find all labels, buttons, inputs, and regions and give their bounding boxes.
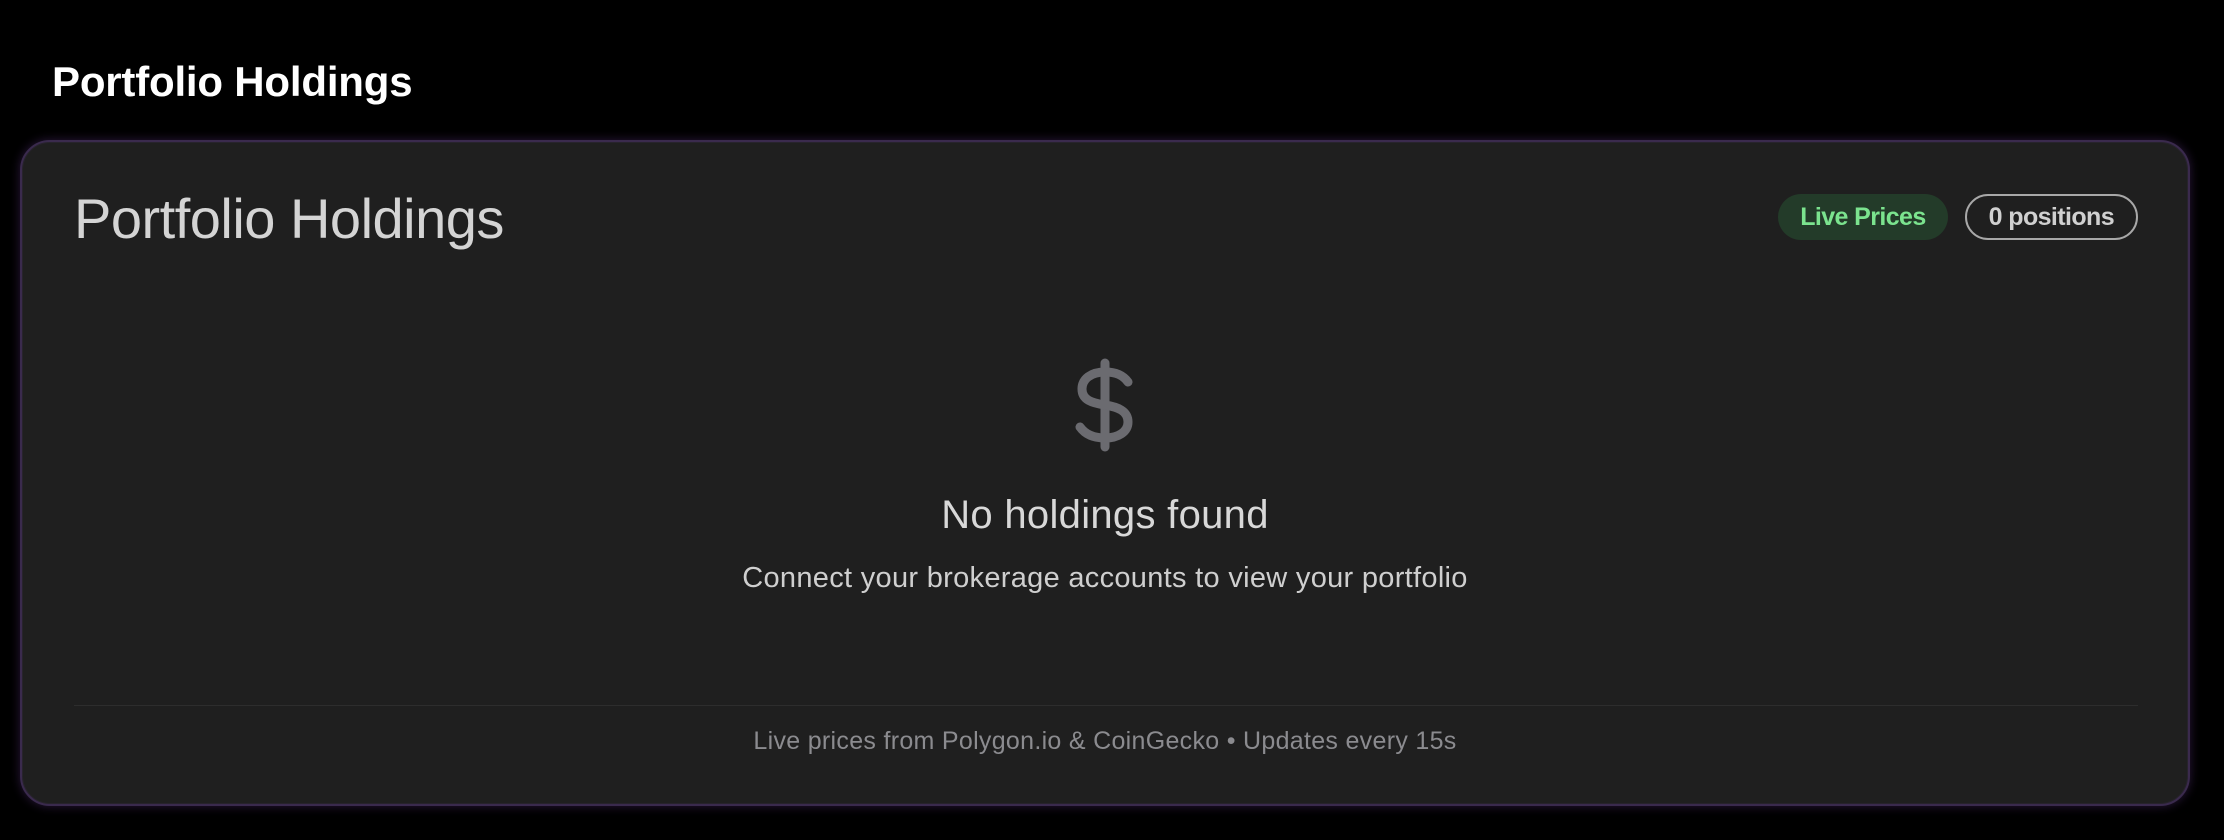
positions-count-badge: 0 positions — [1964, 194, 2138, 240]
live-prices-badge: Live Prices — [1778, 194, 1948, 240]
dollar-icon — [1075, 358, 1133, 452]
footer-divider — [74, 705, 2138, 706]
empty-state: No holdings found Connect your brokerage… — [22, 357, 2188, 597]
card-title: Portfolio Holdings — [74, 187, 504, 250]
price-source-note: Live prices from Polygon.io & CoinGecko … — [753, 727, 1457, 755]
page-title: Portfolio Holdings — [52, 58, 413, 105]
portfolio-holdings-card: Portfolio Holdings Live Prices 0 positio… — [20, 140, 2190, 806]
empty-state-title: No holdings found — [941, 493, 1269, 537]
empty-state-subtitle: Connect your brokerage accounts to view … — [742, 562, 1468, 594]
badge-group: Live Prices 0 positions — [1778, 194, 2138, 240]
